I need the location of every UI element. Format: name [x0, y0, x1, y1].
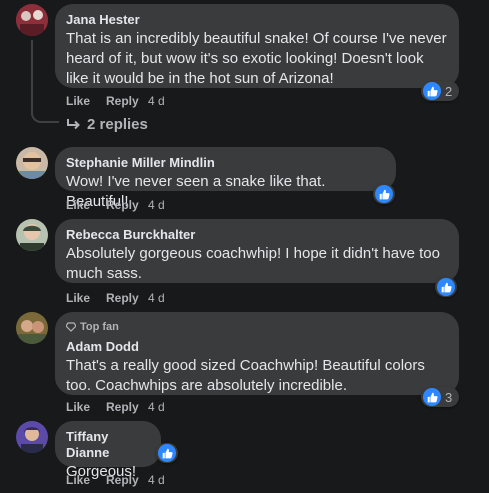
avatar[interactable] — [16, 312, 48, 344]
replies-count-label: 2 replies — [87, 116, 148, 133]
reaction-summary[interactable]: 3 — [421, 387, 459, 407]
comment-text: That's a really good sized Coachwhip! Be… — [66, 357, 425, 394]
comment-bubble: Jana Hester That is an incredibly beauti… — [55, 4, 459, 88]
avatar-photo-icon — [16, 421, 48, 453]
like-reaction-icon — [375, 185, 393, 203]
comment-author[interactable]: Adam Dodd — [66, 339, 447, 355]
thread-connector — [31, 104, 59, 123]
reaction-summary[interactable] — [373, 184, 395, 204]
avatar[interactable] — [16, 421, 48, 453]
like-button[interactable]: Like — [66, 400, 106, 414]
comment-timestamp[interactable]: 4 d — [148, 198, 165, 212]
comment-author[interactable]: Stephanie Miller Mindlin — [66, 155, 384, 171]
comment-bubble: Top fan Adam Dodd That's a really good s… — [55, 312, 459, 395]
comment-author[interactable]: Jana Hester — [66, 12, 447, 28]
comment-bubble: Tiffany Dianne Gorgeous! — [55, 421, 161, 480]
like-button[interactable]: Like — [66, 473, 106, 487]
comment-actions: Like Reply 4 d — [66, 198, 165, 212]
comment-author[interactable]: Rebecca Burckhalter — [66, 227, 447, 243]
like-reaction-icon — [423, 82, 441, 100]
like-reaction-icon — [423, 388, 441, 406]
avatar-photo-icon — [16, 4, 48, 36]
comment-actions: Like Reply 4 d — [66, 473, 165, 487]
reply-button[interactable]: Reply — [106, 400, 148, 414]
avatar-photo-icon — [16, 312, 48, 344]
comment-timestamp[interactable]: 4 d — [148, 400, 165, 414]
comment-timestamp[interactable]: 4 d — [148, 291, 165, 305]
like-button[interactable]: Like — [66, 198, 106, 212]
like-reaction-icon — [158, 444, 176, 462]
comment-author[interactable]: Tiffany Dianne — [66, 429, 149, 461]
comment-timestamp[interactable]: 4 d — [148, 473, 165, 487]
comment-text: That is an incredibly beautiful snake! O… — [66, 30, 447, 87]
comment-bubble: Rebecca Burckhalter Absolutely gorgeous … — [55, 219, 459, 283]
comment-actions: Like Reply 4 d — [66, 291, 165, 305]
reaction-summary[interactable] — [435, 277, 457, 297]
avatar[interactable] — [16, 147, 48, 179]
avatar-photo-icon — [16, 147, 48, 179]
top-fan-badge[interactable]: Top fan — [66, 320, 447, 334]
comment-actions: Like Reply 4 d — [66, 94, 165, 108]
reaction-summary[interactable] — [156, 443, 178, 463]
reaction-count: 2 — [445, 83, 453, 99]
like-reaction-icon — [437, 278, 455, 296]
like-button[interactable]: Like — [66, 291, 106, 305]
diamond-icon — [66, 322, 76, 332]
avatar-photo-icon — [16, 219, 48, 251]
reply-button[interactable]: Reply — [106, 198, 148, 212]
avatar[interactable] — [16, 4, 48, 36]
reply-button[interactable]: Reply — [106, 94, 148, 108]
view-replies-link[interactable]: 2 replies — [66, 116, 148, 133]
reply-arrow-icon — [67, 119, 80, 130]
like-button[interactable]: Like — [66, 94, 106, 108]
comment-text: Absolutely gorgeous coachwhip! I hope it… — [66, 245, 440, 282]
reply-button[interactable]: Reply — [106, 291, 148, 305]
reaction-summary[interactable]: 2 — [421, 81, 459, 101]
comment-actions: Like Reply 4 d — [66, 400, 165, 414]
comment-bubble: Stephanie Miller Mindlin Wow! I've never… — [55, 147, 396, 210]
reply-button[interactable]: Reply — [106, 473, 148, 487]
top-fan-label: Top fan — [80, 321, 119, 333]
reaction-count: 3 — [445, 389, 453, 405]
comment-timestamp[interactable]: 4 d — [148, 94, 165, 108]
avatar[interactable] — [16, 219, 48, 251]
